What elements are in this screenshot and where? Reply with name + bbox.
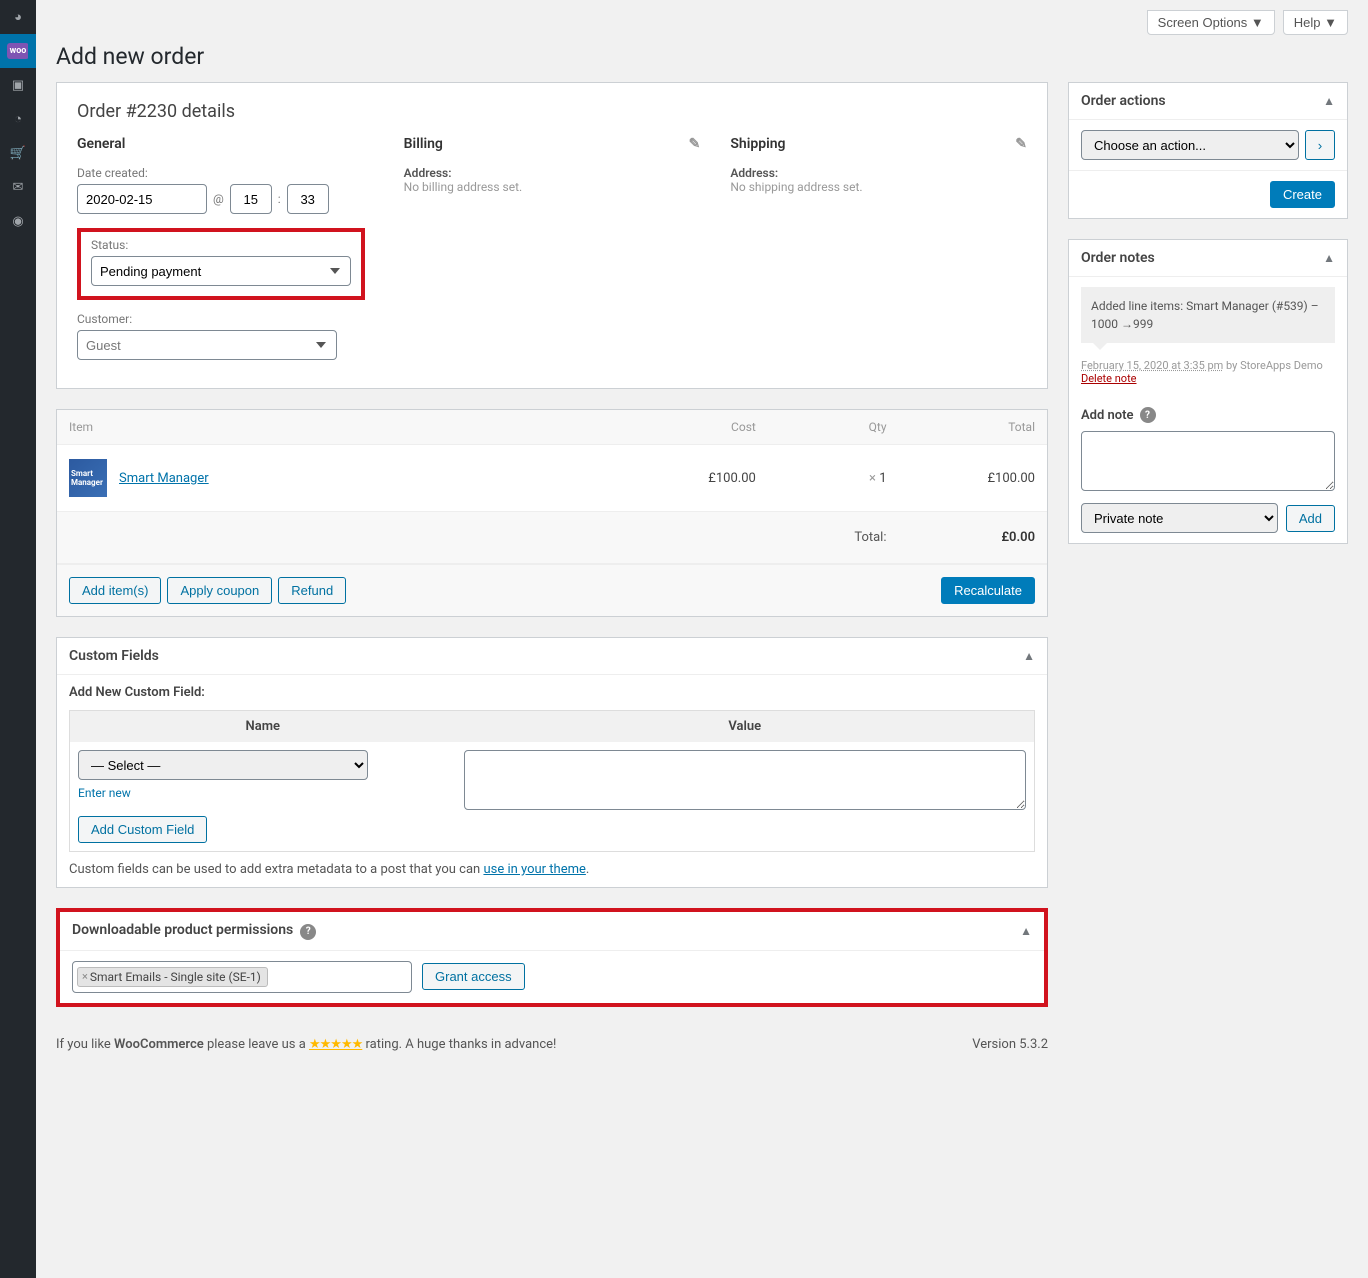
woocommerce-icon[interactable]: woo — [0, 34, 36, 68]
mail-icon[interactable]: ✉ — [0, 170, 36, 204]
custom-fields-panel: Custom Fields ▲ Add New Custom Field: Na… — [56, 637, 1048, 888]
products-icon[interactable]: ▣ — [0, 68, 36, 102]
recalculate-button[interactable]: Recalculate — [941, 577, 1035, 604]
orders-icon[interactable]: 🛒 — [0, 136, 36, 170]
add-custom-field-button[interactable]: Add Custom Field — [78, 816, 207, 843]
billing-heading: Billing — [404, 136, 443, 152]
run-action-button[interactable]: › — [1305, 130, 1335, 160]
grant-access-button[interactable]: Grant access — [422, 963, 525, 990]
line-item-row: Smart Manager Smart Manager £100.00 × 1 … — [57, 445, 1047, 512]
create-button[interactable]: Create — [1270, 181, 1335, 208]
hour-input[interactable] — [230, 184, 272, 214]
col-total: Total — [899, 410, 1048, 445]
note-timestamp: February 15, 2020 at 3:35 pm — [1081, 359, 1223, 372]
downloadable-permissions-panel: Downloadable product permissions ? ▲ ×Sm… — [56, 908, 1048, 1007]
totals-label: Total: — [768, 512, 899, 564]
product-thumb: Smart Manager — [69, 459, 107, 497]
rating-stars[interactable]: ★★★★★ — [309, 1037, 362, 1052]
edit-billing-icon[interactable]: ✎ — [689, 136, 701, 152]
order-notes-panel: Order notes ▲ Added line items: Smart Ma… — [1068, 239, 1348, 544]
order-notes-heading: Order notes — [1081, 250, 1155, 266]
cf-value-textarea[interactable] — [464, 750, 1027, 810]
media-icon[interactable]: ◉ — [0, 204, 36, 238]
dashboard-icon[interactable]: ◕ — [0, 0, 36, 34]
billing-address-text: No billing address set. — [404, 180, 701, 194]
status-select[interactable]: Pending payment — [91, 256, 351, 286]
shipping-address-text: No shipping address set. — [730, 180, 1027, 194]
footer-line: If you like WooCommerce please leave us … — [56, 1037, 1048, 1052]
order-actions-panel: Order actions ▲ Choose an action... › Cr… — [1068, 82, 1348, 219]
product-link[interactable]: Smart Manager — [119, 471, 209, 486]
item-qty: × 1 — [768, 445, 899, 512]
cf-value-header: Value — [456, 711, 1035, 743]
note-textarea[interactable] — [1081, 431, 1335, 491]
toggle-icon[interactable]: ▲ — [1023, 649, 1035, 663]
product-token-input[interactable]: ×Smart Emails - Single site (SE-1) — [72, 961, 412, 993]
order-details-panel: Order #2230 details General Date created… — [56, 82, 1048, 389]
col-qty: Qty — [768, 410, 899, 445]
customer-select[interactable]: Guest — [77, 330, 337, 360]
remove-token-icon[interactable]: × — [82, 970, 88, 983]
col-cost: Cost — [602, 410, 768, 445]
order-action-select[interactable]: Choose an action... — [1081, 130, 1299, 160]
toggle-icon[interactable]: ▲ — [1020, 924, 1032, 938]
help-icon[interactable]: ? — [1140, 407, 1156, 423]
order-title: Order #2230 details — [57, 83, 1047, 136]
item-total: £100.00 — [899, 445, 1048, 512]
date-created-label: Date created: — [77, 166, 374, 180]
chevron-right-icon: › — [1318, 138, 1322, 153]
col-item: Item — [57, 410, 602, 445]
apply-coupon-button[interactable]: Apply coupon — [167, 577, 272, 604]
minute-input[interactable] — [287, 184, 329, 214]
order-note: Added line items: Smart Manager (#539) –… — [1081, 287, 1335, 343]
version-text: Version 5.3.2 — [972, 1037, 1048, 1052]
add-note-label: Add note — [1081, 408, 1134, 423]
order-actions-heading: Order actions — [1081, 93, 1166, 109]
date-input[interactable] — [77, 184, 207, 214]
totals-value: £0.00 — [899, 512, 1048, 564]
toggle-icon[interactable]: ▲ — [1323, 251, 1335, 265]
help-icon[interactable]: ? — [300, 924, 316, 940]
cf-name-header: Name — [70, 711, 456, 743]
billing-address-label: Address: — [404, 166, 701, 180]
delete-note-link[interactable]: Delete note — [1081, 372, 1137, 385]
shipping-heading: Shipping — [730, 136, 785, 152]
refund-button[interactable]: Refund — [278, 577, 346, 604]
screen-options-button[interactable]: Screen Options ▼ — [1147, 10, 1275, 35]
add-new-cf-label: Add New Custom Field: — [69, 685, 1035, 700]
custom-fields-heading: Custom Fields — [69, 648, 159, 664]
page-title: Add new order — [56, 43, 1348, 70]
token-label: Smart Emails - Single site (SE-1) — [90, 970, 261, 984]
shipping-address-label: Address: — [730, 166, 1027, 180]
status-label: Status: — [91, 238, 351, 252]
general-heading: General — [77, 136, 374, 152]
note-meta: February 15, 2020 at 3:35 pm by StoreApp… — [1069, 353, 1347, 397]
enter-new-link[interactable]: Enter new — [78, 786, 131, 800]
add-items-button[interactable]: Add item(s) — [69, 577, 161, 604]
help-button[interactable]: Help ▼ — [1283, 10, 1348, 35]
admin-sidebar: ◕ woo ▣ ◔ 🛒 ✉ ◉ — [0, 0, 36, 1278]
line-items-panel: Item Cost Qty Total Smart Manager Smart … — [56, 409, 1048, 617]
status-highlight: Status: Pending payment — [77, 228, 365, 300]
edit-shipping-icon[interactable]: ✎ — [1015, 136, 1027, 152]
downloadable-heading: Downloadable product permissions — [72, 922, 293, 938]
toggle-icon[interactable]: ▲ — [1323, 94, 1335, 108]
item-cost: £100.00 — [602, 445, 768, 512]
cf-footer-note: Custom fields can be used to add extra m… — [69, 862, 1035, 877]
analytics-icon[interactable]: ◔ — [0, 102, 36, 136]
customer-label: Customer: — [77, 312, 374, 326]
note-type-select[interactable]: Private note — [1081, 503, 1278, 533]
add-note-button[interactable]: Add — [1286, 505, 1335, 532]
use-in-theme-link[interactable]: use in your theme — [483, 862, 585, 877]
cf-name-select[interactable]: — Select — — [78, 750, 368, 780]
